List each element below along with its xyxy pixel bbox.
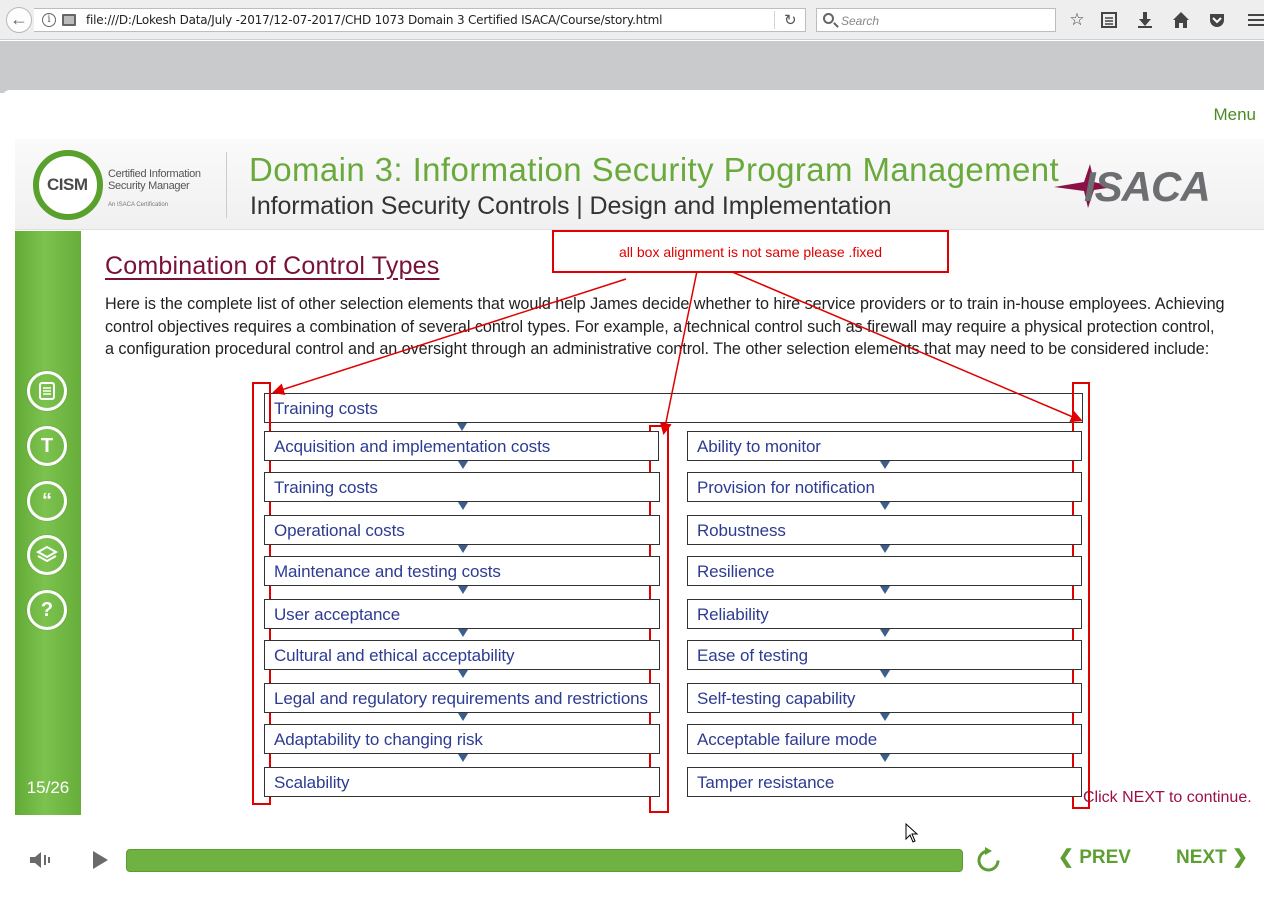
layers-icon[interactable] <box>27 535 67 575</box>
reload-icon[interactable]: ↻ <box>784 11 797 29</box>
page-subtitle: Information Security Controls | Design a… <box>250 192 892 220</box>
back-button[interactable]: ← <box>6 7 32 33</box>
progress-bar[interactable] <box>126 849 963 872</box>
help-icon[interactable]: ? <box>27 590 67 630</box>
sidebar <box>15 231 81 815</box>
arrow-down-icon <box>458 586 468 594</box>
cism-logo-text: CISM <box>47 175 88 194</box>
mouse-cursor-icon <box>905 823 919 843</box>
left-list-item: Maintenance and testing costs <box>264 556 660 586</box>
url-separator <box>774 11 775 29</box>
next-label: NEXT <box>1176 847 1227 868</box>
slide-title: Combination of Control Types <box>105 252 440 280</box>
notes-icon[interactable] <box>27 371 67 411</box>
home-icon[interactable] <box>1170 9 1192 31</box>
bookmark-star-icon[interactable]: ☆ <box>1066 9 1088 31</box>
play-button[interactable] <box>90 849 110 871</box>
arrow-down-icon <box>458 713 468 721</box>
info-icon[interactable]: i <box>42 13 56 27</box>
arrow-down-icon <box>458 545 468 553</box>
reading-list-icon[interactable] <box>1098 9 1120 31</box>
quote-icon[interactable]: “ <box>27 481 67 521</box>
left-list-item: Training costs <box>264 472 660 502</box>
arrow-down-icon <box>457 423 467 431</box>
download-icon[interactable] <box>1134 9 1156 31</box>
arrow-down-icon <box>458 754 468 762</box>
arrow-down-icon <box>880 461 890 469</box>
right-list-item: Reliability <box>687 599 1082 629</box>
cism-logo-tagline: An ISACA Certification <box>108 202 169 208</box>
left-list-item: Adaptability to changing risk <box>264 724 660 754</box>
transcript-icon[interactable]: T <box>27 426 67 466</box>
arrow-down-icon <box>458 461 468 469</box>
arrow-down-icon <box>458 629 468 637</box>
arrow-down-icon <box>880 670 890 678</box>
right-list-item: Self-testing capability <box>687 683 1082 713</box>
prev-label: PREV <box>1079 847 1131 868</box>
pocket-icon[interactable] <box>1206 9 1228 31</box>
right-list-item: Provision for notification <box>687 472 1082 502</box>
continue-text: Click NEXT to continue. <box>1083 789 1252 806</box>
page-title: Domain 3: Information Security Program M… <box>249 151 1060 188</box>
arrow-down-icon <box>458 670 468 678</box>
chevron-left-icon: ❮ <box>1058 847 1080 868</box>
hamburger-menu-icon[interactable] <box>1244 9 1264 31</box>
left-list-item: Operational costs <box>264 515 660 545</box>
right-list-item: Robustness <box>687 515 1082 545</box>
chevron-right-icon: ❯ <box>1226 847 1248 868</box>
page-icon <box>62 14 76 26</box>
search-icon <box>823 13 834 24</box>
isaca-logo-text: ISACA <box>1084 163 1210 210</box>
arrow-down-icon <box>880 502 890 510</box>
right-list-item: Ease of testing <box>687 640 1082 670</box>
replay-icon[interactable] <box>975 847 1002 874</box>
slide-counter: 15/26 <box>26 778 70 797</box>
left-list-item: Acquisition and implementation costs <box>264 431 659 461</box>
arrow-down-icon <box>880 713 890 721</box>
header-divider <box>226 152 227 218</box>
right-list-item: Ability to monitor <box>687 431 1082 461</box>
arrow-down-icon <box>880 545 890 553</box>
arrow-down-icon <box>880 629 890 637</box>
list-item-top: Training costs <box>264 393 1083 423</box>
menu-link[interactable]: Menu <box>1213 105 1256 125</box>
search-input[interactable]: Search <box>841 14 879 28</box>
right-list-item: Acceptable failure mode <box>687 724 1082 754</box>
browser-toolbar: ← i file:///D:/Lokesh Data/July -2017/12… <box>0 0 1264 40</box>
isaca-logo: ISACA <box>1054 163 1211 210</box>
arrow-down-icon <box>880 754 890 762</box>
arrow-down-icon <box>880 586 890 594</box>
left-list-item: Scalability <box>264 767 660 797</box>
right-list-item: Resilience <box>687 556 1082 586</box>
next-button[interactable]: NEXT ❯ <box>1176 846 1248 869</box>
intro-paragraph: Here is the complete list of other selec… <box>105 295 1225 359</box>
volume-icon[interactable] <box>28 849 52 871</box>
url-text[interactable]: file:///D:/Lokesh Data/July -2017/12-07-… <box>86 13 662 27</box>
left-list-item: Cultural and ethical acceptability <box>264 640 660 670</box>
left-list-item: User acceptance <box>264 599 660 629</box>
arrow-down-icon <box>458 502 468 510</box>
annotation-note: all box alignment is not same please .fi… <box>552 230 949 273</box>
page-background <box>0 41 1264 93</box>
url-bar[interactable]: i file:///D:/Lokesh Data/July -2017/12-0… <box>34 8 806 32</box>
cism-logo-subtitle: Certified Information Security Manager <box>108 168 201 192</box>
left-list-item: Legal and regulatory requirements and re… <box>264 683 660 713</box>
right-list-item: Tamper resistance <box>687 767 1082 797</box>
prev-button[interactable]: ❮ PREV <box>1058 846 1131 869</box>
search-bar[interactable]: Search <box>816 8 1056 32</box>
